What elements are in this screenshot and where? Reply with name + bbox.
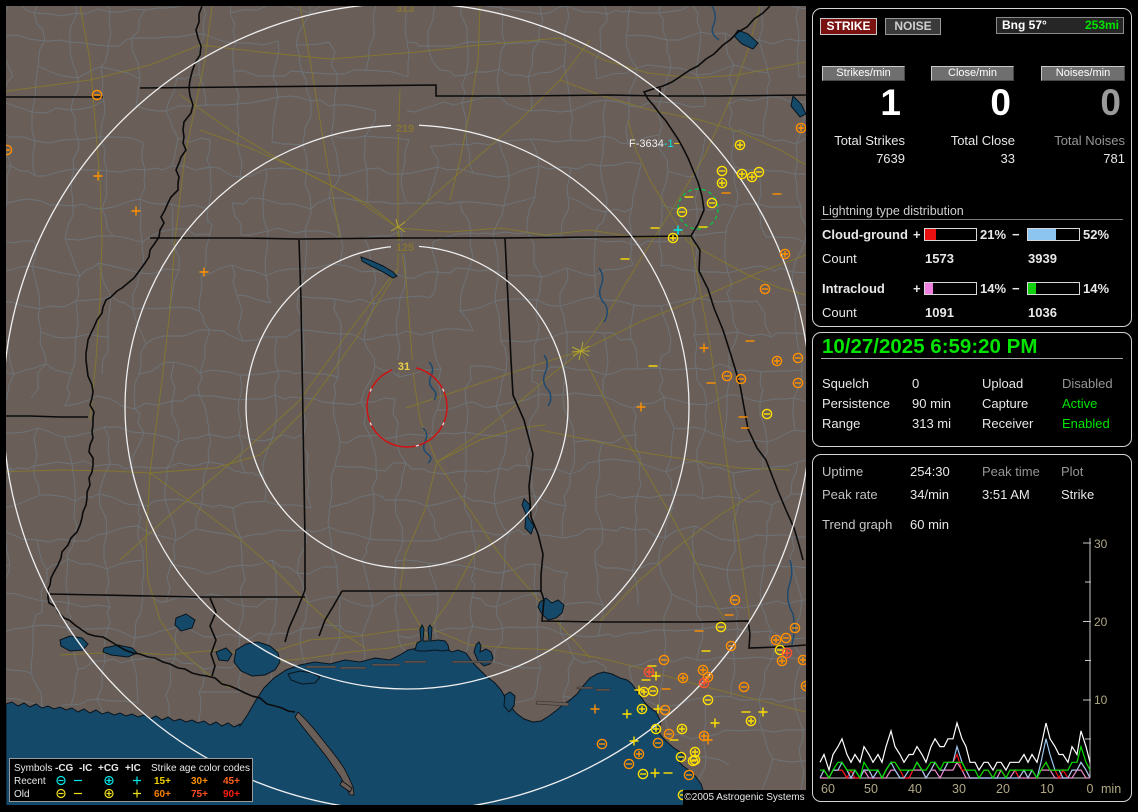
svg-text:-IC: -IC: [79, 763, 92, 774]
svg-text:40: 40: [908, 782, 922, 796]
svg-text:Symbols: Symbols: [14, 763, 52, 774]
svg-text:60: 60: [821, 782, 835, 796]
svg-text:30: 30: [1094, 537, 1108, 551]
svg-text:Strike age color codes: Strike age color codes: [151, 763, 250, 774]
svg-text:90+: 90+: [223, 789, 240, 800]
svg-text:20: 20: [996, 782, 1010, 796]
svg-text:60+: 60+: [154, 789, 171, 800]
svg-text:+CG: +CG: [98, 763, 119, 774]
svg-text:min: min: [1101, 782, 1121, 796]
svg-text:313: 313: [396, 6, 414, 15]
svg-text:F-3634-1−: F-3634-1−: [629, 138, 680, 150]
svg-text:-CG: -CG: [55, 763, 74, 774]
svg-text:0: 0: [1087, 782, 1094, 796]
svg-text:30: 30: [952, 782, 966, 796]
svg-text:75+: 75+: [191, 789, 208, 800]
svg-text:10: 10: [1094, 693, 1108, 707]
svg-text:31: 31: [398, 361, 410, 373]
svg-text:15+: 15+: [154, 776, 171, 787]
svg-text:+IC: +IC: [125, 763, 141, 774]
svg-text:20: 20: [1094, 615, 1108, 629]
svg-text:Old: Old: [14, 789, 30, 800]
svg-text:50: 50: [864, 782, 878, 796]
svg-text:30+: 30+: [191, 776, 208, 787]
svg-text:125: 125: [396, 242, 414, 254]
svg-text:Recent: Recent: [14, 776, 46, 787]
svg-text:219: 219: [396, 123, 414, 135]
svg-text:45+: 45+: [223, 776, 240, 787]
svg-text:10: 10: [1040, 782, 1054, 796]
